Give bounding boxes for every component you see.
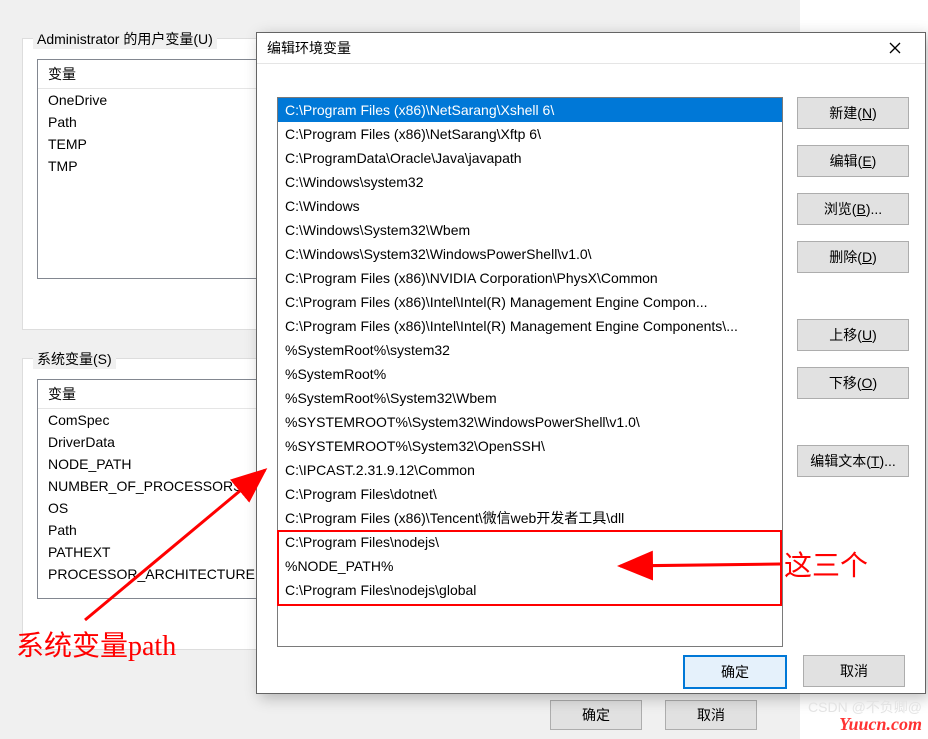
path-listbox[interactable]: C:\Program Files (x86)\NetSarang\Xshell … <box>277 97 783 647</box>
edit-text-button[interactable]: 编辑文本(T)... <box>797 445 909 477</box>
user-vars-label: Administrator 的用户变量(U) <box>33 29 217 49</box>
new-button[interactable]: 新建(N) <box>797 97 909 129</box>
path-row[interactable]: C:\Windows\System32\WindowsPowerShell\v1… <box>278 242 782 266</box>
path-row[interactable]: C:\Program Files (x86)\NetSarang\Xftp 6\ <box>278 122 782 146</box>
edit-button[interactable]: 编辑(E) <box>797 145 909 177</box>
watermark-yuucn: Yuucn.com <box>839 714 922 735</box>
cancel-button[interactable]: 取消 <box>803 655 905 687</box>
edit-env-dialog: 编辑环境变量 C:\Program Files (x86)\NetSarang\… <box>256 32 926 694</box>
path-row[interactable]: C:\Program Files (x86)\NVIDIA Corporatio… <box>278 266 782 290</box>
path-row[interactable]: C:\Program Files\nodejs\global <box>278 578 782 602</box>
move-up-button[interactable]: 上移(U) <box>797 319 909 351</box>
path-row[interactable]: %SystemRoot% <box>278 362 782 386</box>
annotation-right: 这三个 <box>784 544 868 584</box>
path-row[interactable]: C:\Program Files (x86)\NetSarang\Xshell … <box>278 98 782 122</box>
path-row[interactable]: C:\Windows\System32\Wbem <box>278 218 782 242</box>
ok-button[interactable]: 确定 <box>683 655 787 689</box>
sys-vars-label: 系统变量(S) <box>33 349 116 369</box>
path-row[interactable]: C:\Windows <box>278 194 782 218</box>
dialog-titlebar[interactable]: 编辑环境变量 <box>257 33 925 64</box>
path-row[interactable]: %SystemRoot%\system32 <box>278 338 782 362</box>
path-row[interactable]: C:\ProgramData\Oracle\Java\javapath <box>278 146 782 170</box>
move-down-button[interactable]: 下移(O) <box>797 367 909 399</box>
path-row[interactable]: %SYSTEMROOT%\System32\WindowsPowerShell\… <box>278 410 782 434</box>
path-row[interactable]: C:\Program Files\nodejs\ <box>278 530 782 554</box>
annotation-left: 系统变量path <box>16 624 176 664</box>
path-row[interactable]: %SYSTEMROOT%\System32\OpenSSH\ <box>278 434 782 458</box>
path-row[interactable]: C:\IPCAST.2.31.9.12\Common <box>278 458 782 482</box>
dialog-title: 编辑环境变量 <box>267 38 351 58</box>
path-row[interactable]: C:\Program Files (x86)\Intel\Intel(R) Ma… <box>278 290 782 314</box>
browse-button[interactable]: 浏览(B)... <box>797 193 909 225</box>
close-icon <box>889 42 901 54</box>
delete-button[interactable]: 删除(D) <box>797 241 909 273</box>
path-row[interactable]: %SystemRoot%\System32\Wbem <box>278 386 782 410</box>
bg-cancel-button[interactable]: 取消 <box>665 700 757 730</box>
path-row[interactable]: %NODE_PATH% <box>278 554 782 578</box>
path-row[interactable]: C:\Program Files (x86)\Tencent\微信web开发者工… <box>278 506 782 530</box>
bg-ok-button[interactable]: 确定 <box>550 700 642 730</box>
path-row[interactable]: C:\Windows\system32 <box>278 170 782 194</box>
close-button[interactable] <box>875 33 915 63</box>
path-row[interactable]: C:\Program Files (x86)\Intel\Intel(R) Ma… <box>278 314 782 338</box>
path-row[interactable]: C:\Program Files\dotnet\ <box>278 482 782 506</box>
